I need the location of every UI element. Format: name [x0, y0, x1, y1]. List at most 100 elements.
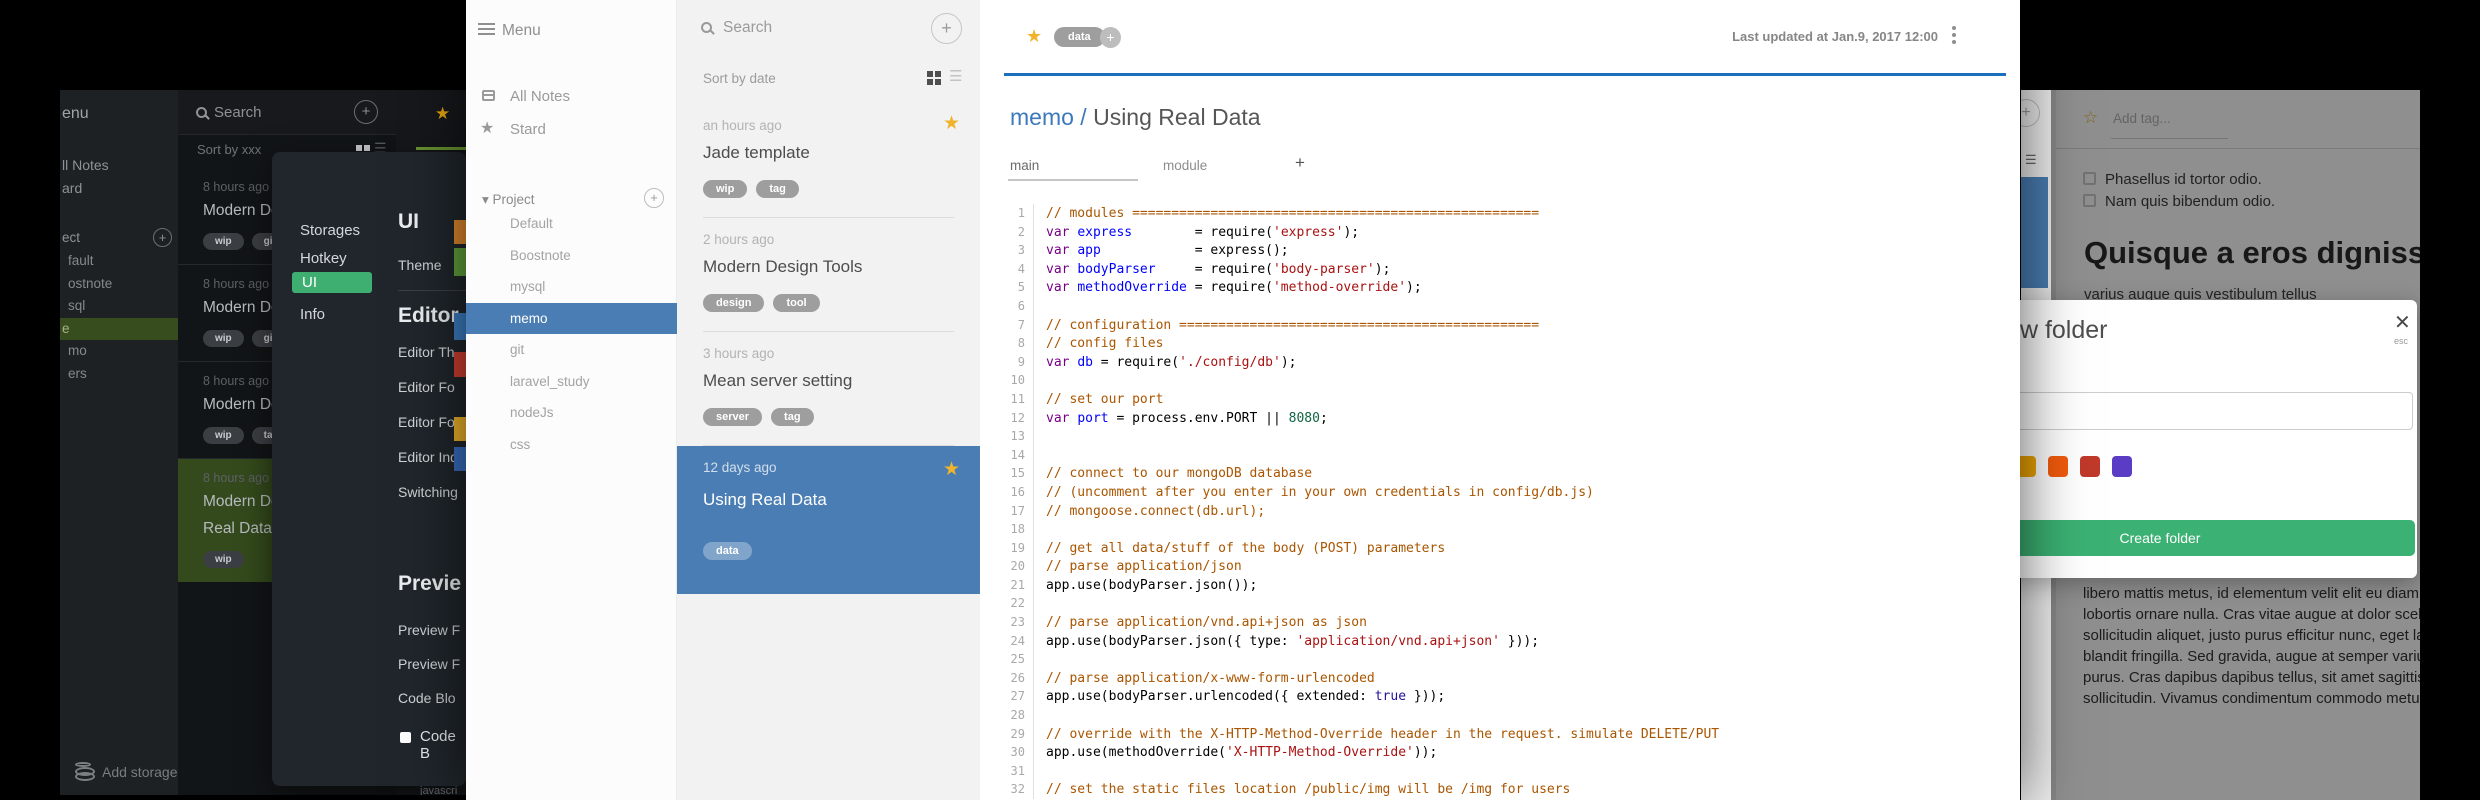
code-text: var db = require('./config/db');: [1046, 354, 1297, 370]
tag-pill[interactable]: tag: [771, 408, 814, 426]
last-updated-label: Last updated at Jan.9, 2017 12:00: [1732, 29, 1938, 44]
code-line: 25: [1004, 650, 1719, 669]
screenshot-stage: enu ll Notes ard ect + fault ostnote sql e m…: [0, 0, 2480, 800]
note-card[interactable]: 2 hours ago Modern Design Tools design tool: [677, 218, 980, 332]
settings-nav-ui-active[interactable]: UI: [292, 272, 372, 293]
code-editor[interactable]: 1 // modules ============================…: [1004, 204, 1719, 799]
sidebar: Menu All Notes ★ Stard ▾ Project + Defau…: [466, 0, 677, 800]
code-line: 1 // modules ============================…: [1004, 204, 1719, 223]
sidebar-item-all-notes[interactable]: All Notes: [510, 88, 570, 105]
note-card[interactable]: 3 hours ago Mean server setting server tag: [677, 332, 980, 446]
tag-pill[interactable]: wip: [203, 233, 244, 250]
sidebar-folder[interactable]: mysql: [466, 271, 677, 303]
tag-pill[interactable]: tag: [756, 180, 799, 198]
grid-view-icon[interactable]: [927, 71, 933, 77]
code-text: // connect to our mongoDB database: [1046, 466, 1313, 482]
menu-label[interactable]: Menu: [502, 22, 541, 40]
sidebar-folder[interactable]: mo: [60, 340, 178, 363]
sidebar-folder[interactable]: Boostnote: [466, 240, 677, 272]
tag-pill[interactable]: server: [703, 408, 763, 426]
tag-pill[interactable]: wip: [203, 551, 244, 568]
sort-select[interactable]: Sort by date: [703, 71, 776, 86]
new-note-button[interactable]: +: [2021, 99, 2040, 127]
dark-sidebar-item-starred[interactable]: ard: [62, 180, 82, 196]
dark-new-note-button[interactable]: +: [354, 100, 378, 124]
settings-item[interactable]: Editor Th: [398, 344, 458, 360]
line-number: 22: [1004, 594, 1034, 614]
project-tree-toggle[interactable]: ▾ Project: [482, 192, 535, 208]
sidebar-folder[interactable]: fault: [60, 250, 178, 273]
code-line: 21 app.use(bodyParser.json());: [1004, 575, 1719, 595]
settings-item[interactable]: Code Blo: [398, 690, 460, 706]
sidebar-folder[interactable]: Default: [466, 208, 677, 240]
sidebar-folder[interactable]: nodeJs: [466, 397, 677, 429]
settings-nav-hotkey[interactable]: Hotkey: [300, 250, 347, 267]
hamburger-icon[interactable]: [478, 23, 495, 25]
settings-item[interactable]: Preview F: [398, 622, 460, 638]
star-icon[interactable]: ★: [943, 458, 960, 481]
add-tag-button[interactable]: +: [1100, 27, 1121, 48]
settings-item[interactable]: Switching: [398, 484, 458, 500]
list-view-icon[interactable]: ☰: [2025, 152, 2037, 168]
dark-menu-label[interactable]: enu: [62, 105, 89, 123]
selected-note-fragment[interactable]: [2021, 177, 2048, 288]
all-notes-icon: [482, 90, 495, 101]
color-swatch[interactable]: [2048, 456, 2068, 477]
sidebar-folder[interactable]: css: [466, 429, 677, 461]
grid-view-icon[interactable]: [356, 145, 362, 151]
settings-item[interactable]: Editor Fo: [398, 379, 458, 395]
line-number: 10: [1004, 371, 1034, 390]
settings-item[interactable]: Preview F: [398, 656, 460, 672]
dark-project-label[interactable]: ect: [62, 230, 80, 245]
breadcrumb-folder[interactable]: memo /: [1010, 104, 1093, 130]
tag-pill[interactable]: wip: [703, 180, 748, 198]
search-input[interactable]: Search: [723, 19, 772, 37]
dark-sidebar-item-all-notes[interactable]: ll Notes: [62, 157, 109, 173]
list-view-icon[interactable]: ☰: [949, 67, 962, 85]
tag-pill[interactable]: wip: [203, 427, 244, 444]
close-icon[interactable]: ✕: [2394, 310, 2411, 335]
note-card[interactable]: an hours ago ★ Jade template wip tag: [677, 104, 980, 218]
sidebar-folder[interactable]: git: [466, 334, 677, 366]
sidebar-item-starred[interactable]: Stard: [510, 121, 546, 138]
note-date: 2 hours ago: [703, 232, 775, 247]
line-number: 9: [1004, 352, 1034, 372]
star-icon[interactable]: ★: [943, 112, 960, 135]
tab-main[interactable]: main: [1010, 158, 1039, 173]
sidebar-folder[interactable]: sql: [60, 295, 178, 318]
code-line: 13: [1004, 427, 1719, 446]
code-text: // set our port: [1046, 391, 1164, 407]
settings-nav-info[interactable]: Info: [300, 306, 325, 323]
note-card-selected[interactable]: 12 days ago ★ Using Real Data data: [677, 446, 980, 594]
color-swatch[interactable]: [2080, 456, 2100, 477]
dark-language-label[interactable]: javascri: [420, 785, 457, 795]
tag-pill[interactable]: tool: [773, 294, 820, 312]
tag-pill[interactable]: data: [703, 542, 752, 560]
note-tag-badge[interactable]: data: [1054, 27, 1105, 47]
star-icon[interactable]: ★: [1026, 26, 1042, 47]
settings-nav-storages[interactable]: Storages: [300, 222, 360, 239]
settings-item[interactable]: Editor Ind: [398, 449, 458, 465]
sidebar-folder[interactable]: ostnote: [60, 273, 178, 296]
settings-item[interactable]: Editor Fo: [398, 414, 458, 430]
tag-pill[interactable]: design: [703, 294, 765, 312]
line-number: 8: [1004, 334, 1034, 353]
tag-pill[interactable]: wip: [203, 330, 244, 347]
dark-sort-select[interactable]: Sort by xxx: [197, 142, 261, 157]
add-tab-button[interactable]: +: [1295, 153, 1305, 173]
kebab-menu-icon[interactable]: [1952, 26, 1956, 30]
dark-search-input[interactable]: Search: [214, 104, 262, 121]
color-swatch[interactable]: [2112, 456, 2132, 477]
sidebar-folder-selected[interactable]: e: [60, 317, 178, 340]
tab-module[interactable]: module: [1163, 158, 1207, 173]
new-note-button[interactable]: +: [931, 13, 962, 44]
add-folder-button[interactable]: +: [644, 188, 664, 208]
breadcrumb: memo / Using Real Data: [1010, 104, 1261, 131]
dark-add-folder-button[interactable]: +: [153, 228, 172, 247]
dark-add-storage-button[interactable]: Add storage: [102, 764, 178, 780]
star-icon[interactable]: ★: [435, 104, 450, 124]
sidebar-folder[interactable]: laravel_study: [466, 366, 677, 398]
settings-checkbox[interactable]: [400, 732, 411, 743]
sidebar-folder-selected[interactable]: memo: [466, 302, 677, 334]
sidebar-folder[interactable]: ers: [60, 363, 178, 386]
